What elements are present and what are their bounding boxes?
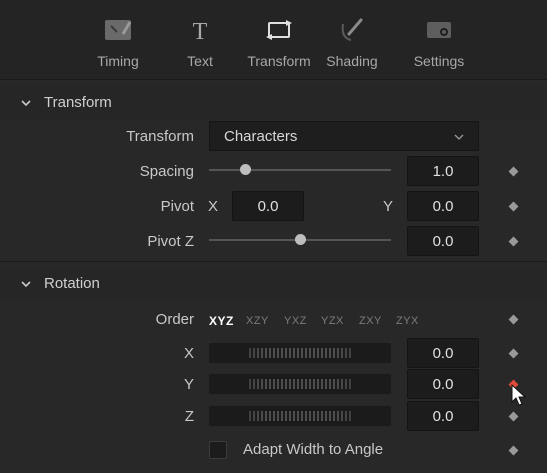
rotation-x-thumbwheel[interactable] [209,343,391,363]
pivot-y-label: Y [383,198,394,215]
rotation-section-header[interactable]: Rotation [0,267,547,301]
pivot-label: Pivot [160,198,194,215]
order-option-xyz[interactable]: XYZ [209,314,234,328]
pivot-z-slider-thumb[interactable] [295,234,306,245]
transform-dropdown[interactable]: Characters [209,121,479,151]
pivot-x-value: 0.0 [257,198,279,215]
tab-bar: Timing T Text Transform Shading Settings [0,0,547,80]
pivot-y-field[interactable]: 0.0 [407,191,479,221]
transform-icon [266,20,292,40]
rotation-y-field[interactable]: 0.0 [407,369,479,399]
mouse-pointer-icon [511,384,527,406]
pivot-z-value: 0.0 [432,233,454,250]
tab-text[interactable]: T Text [180,0,220,80]
order-option-zyx[interactable]: ZYX [396,315,419,327]
adapt-width-checkbox[interactable] [209,441,227,459]
tab-timing-label: Timing [97,53,139,69]
rotation-x-value: 0.0 [432,345,454,362]
pivot-keyframe-diamond[interactable] [508,201,519,212]
pivot-y-value: 0.0 [432,198,454,215]
order-option-yxz[interactable]: YXZ [284,315,307,327]
tab-transform[interactable]: Transform [242,0,316,80]
spacing-value-field[interactable]: 1.0 [407,156,479,186]
spacing-slider-thumb[interactable] [240,164,252,175]
rotation-z-field[interactable]: 0.0 [407,401,479,431]
rotation-x-label: X [183,345,194,362]
section-divider [0,261,547,262]
pivot-x-label: X [208,198,219,215]
settings-icon [427,22,451,38]
rotation-y-label: Y [183,376,194,393]
order-keyframe-diamond[interactable] [508,314,519,325]
pivot-z-label: Pivot Z [147,233,194,250]
tab-shading-label: Shading [326,53,378,69]
text-icon: T [193,19,208,42]
transform-section-title: Transform [44,94,112,111]
pivot-z-value-field[interactable]: 0.0 [407,226,479,256]
chevron-down-icon [454,134,464,140]
transform-label: Transform [126,128,194,145]
order-label: Order [155,311,194,328]
rotation-section-title: Rotation [44,275,100,292]
pivot-x-field[interactable]: 0.0 [232,191,304,221]
rotation-y-thumbwheel[interactable] [209,374,391,394]
chevron-down-icon [21,281,31,288]
spacing-slider-track[interactable] [209,169,391,171]
tab-text-label: Text [187,53,213,69]
shading-icon [341,18,363,41]
tab-transform-label: Transform [247,53,311,69]
chevron-down-icon [21,100,31,107]
rotation-z-value: 0.0 [432,408,454,425]
transform-section-header[interactable]: Transform [0,86,547,120]
rotation-z-keyframe-diamond[interactable] [508,411,519,422]
rotation-z-thumbwheel[interactable] [209,406,391,426]
tab-timing[interactable]: Timing [88,0,148,80]
svg-text:T: T [193,19,208,42]
rotation-y-value: 0.0 [432,376,454,393]
tab-shading[interactable]: Shading [322,0,382,80]
spacing-label: Spacing [139,163,194,180]
order-option-yzx[interactable]: YZX [321,315,344,327]
order-option-zxy[interactable]: ZXY [359,315,382,327]
adapt-width-keyframe-diamond[interactable] [508,445,519,456]
timing-icon [105,20,132,40]
spacing-keyframe-diamond[interactable] [508,166,519,177]
order-option-xzy[interactable]: XZY [246,315,269,327]
rotation-x-field[interactable]: 0.0 [407,338,479,368]
inspector-panel: Timing T Text Transform Shading Settings… [0,0,547,473]
pivot-z-keyframe-diamond[interactable] [508,236,519,247]
rotation-z-label: Z [184,408,194,425]
tab-settings[interactable]: Settings [409,0,469,80]
spacing-value: 1.0 [432,163,454,180]
rotation-x-keyframe-diamond[interactable] [508,348,519,359]
transform-dropdown-value: Characters [224,128,298,145]
adapt-width-label: Adapt Width to Angle [243,441,384,458]
tab-settings-label: Settings [413,53,465,69]
